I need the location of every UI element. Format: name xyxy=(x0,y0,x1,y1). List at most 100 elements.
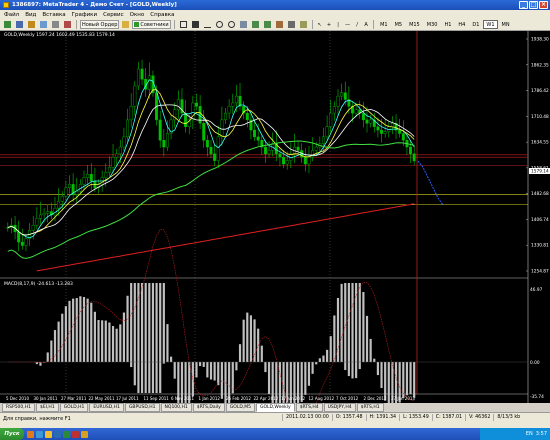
candle-body xyxy=(213,153,217,161)
macd-bar xyxy=(409,362,412,395)
tf-m1[interactable]: M1 xyxy=(377,20,391,29)
status-help: Для справки, нажмите F1 xyxy=(3,416,71,422)
date-label: 11 Sep 2011 xyxy=(144,396,170,401)
tab-chart[interactable]: RSP500,H1 xyxy=(2,403,35,412)
tile-windows-button[interactable] xyxy=(238,20,249,29)
zoom-out-button[interactable] xyxy=(226,20,237,29)
macd-bar xyxy=(199,362,202,367)
tab-chart[interactable]: $EI,H1 xyxy=(35,403,59,412)
crosshair-button[interactable]: + xyxy=(325,20,333,29)
tab-chart[interactable]: USDJPY,H4 xyxy=(323,403,356,412)
zoom-in-button[interactable] xyxy=(214,20,225,29)
tab-chart[interactable]: GBPUSD,H1 xyxy=(124,403,160,412)
new-order-button[interactable]: Новый Ордер xyxy=(80,20,120,29)
macd-bar xyxy=(238,344,242,362)
date-label: 17 Jul 2011 xyxy=(116,396,139,401)
terminal-button[interactable] xyxy=(50,20,61,29)
candle-body xyxy=(267,150,271,155)
candle-body xyxy=(17,231,21,243)
chart-shift-button[interactable] xyxy=(262,20,273,29)
tab-chart[interactable]: GOLD,M5 xyxy=(225,403,255,412)
folder-icon[interactable] xyxy=(45,430,52,438)
tf-mn[interactable]: MN xyxy=(499,20,513,29)
trendline-button[interactable]: / xyxy=(353,20,361,29)
bar-chart-button[interactable] xyxy=(178,20,189,29)
tf-d1[interactable]: D1 xyxy=(469,20,482,29)
menu-view[interactable]: Вид xyxy=(25,12,36,18)
maximize-button[interactable]: □ xyxy=(529,1,538,9)
status-close: C: 1387.01 xyxy=(431,414,465,421)
tab-chart[interactable]: $RTS,Daily xyxy=(192,403,225,412)
macd-bar xyxy=(202,362,205,367)
macd-bar xyxy=(104,320,107,362)
chart-window[interactable]: 1938.301862.351786.421710.481634.551558.… xyxy=(0,31,550,440)
templates-button[interactable] xyxy=(298,20,309,29)
macd-bar xyxy=(311,362,314,374)
new-chart-button[interactable] xyxy=(2,20,13,29)
vline-button[interactable]: | xyxy=(334,20,342,29)
ie-icon[interactable] xyxy=(36,430,43,438)
market-watch-button[interactable] xyxy=(26,20,37,29)
tab-chart[interactable]: GOLD,H1 xyxy=(59,403,89,412)
candle-body xyxy=(216,136,220,161)
candle-body xyxy=(336,95,340,107)
language-indicator[interactable]: EN xyxy=(526,431,533,437)
indicators-button[interactable] xyxy=(274,20,285,29)
candle-body xyxy=(57,201,61,209)
macd-bar xyxy=(111,326,115,362)
tab-chart[interactable]: EURUSD,H1 xyxy=(89,403,124,412)
candle-body xyxy=(314,146,318,151)
candle-body xyxy=(285,160,289,165)
candle-body xyxy=(24,238,28,246)
macd-bar xyxy=(387,362,390,408)
firefox-icon[interactable] xyxy=(27,430,34,438)
tf-m15[interactable]: M15 xyxy=(406,20,423,29)
metatrader-icon[interactable] xyxy=(81,430,88,438)
text-button[interactable]: A xyxy=(362,20,370,29)
tab-chart[interactable]: NQ100,H1 xyxy=(160,403,192,412)
macd-bar xyxy=(322,355,325,362)
tf-h4[interactable]: H4 xyxy=(455,20,468,29)
menu-charts[interactable]: Графики xyxy=(72,12,97,18)
menu-insert[interactable]: Вставка xyxy=(42,12,65,18)
candle-chart-button[interactable] xyxy=(190,20,201,29)
macd-bar xyxy=(173,362,176,379)
menu-help[interactable]: Справка xyxy=(150,12,174,18)
tab-chart-active[interactable]: GOLD,Weekly xyxy=(256,403,295,412)
macd-bar xyxy=(115,328,118,362)
minimize-button[interactable]: _ xyxy=(519,1,528,9)
tester-button[interactable] xyxy=(62,20,73,29)
price-chart[interactable]: 1938.301862.351786.421710.481634.551558.… xyxy=(0,31,550,440)
tab-chart[interactable]: $RTS,H1 xyxy=(356,403,384,412)
start-button[interactable]: Пуск xyxy=(0,428,24,440)
tf-h1[interactable]: H1 xyxy=(441,20,454,29)
expert-advisors-button[interactable]: Советники xyxy=(132,20,171,29)
candle-body xyxy=(278,153,282,158)
menu-tools[interactable]: Сервис xyxy=(103,12,124,18)
word-icon[interactable] xyxy=(54,430,61,438)
tab-chart[interactable]: $RTS,H4 xyxy=(295,403,323,412)
tf-w1[interactable]: W1 xyxy=(483,20,498,29)
cursor-button[interactable]: ↖ xyxy=(316,20,324,29)
meta-editor-button[interactable] xyxy=(120,20,131,29)
app-icon[interactable] xyxy=(72,430,79,438)
candle-body xyxy=(209,146,213,155)
periods-button[interactable] xyxy=(286,20,297,29)
menu-window[interactable]: Окно xyxy=(130,12,145,18)
macd-bar xyxy=(119,324,122,362)
line-chart-button[interactable] xyxy=(202,20,213,29)
tf-m30[interactable]: M30 xyxy=(424,20,441,29)
date-axis-labels: 5 Dec 2010 30 Jan 2011 27 Mar 2011 22 May 2… xyxy=(6,396,415,401)
toolbar-separator xyxy=(311,20,313,29)
profiles-button[interactable] xyxy=(14,20,25,29)
navigator-button[interactable] xyxy=(38,20,49,29)
menu-file[interactable]: Файл xyxy=(4,12,19,18)
hline-button[interactable]: — xyxy=(343,20,352,29)
autoscroll-button[interactable] xyxy=(250,20,261,29)
close-button[interactable]: × xyxy=(539,1,548,9)
periods-icon xyxy=(287,21,295,28)
tf-m5[interactable]: M5 xyxy=(392,20,406,29)
macd-bar xyxy=(195,362,198,378)
excel-icon[interactable] xyxy=(63,430,70,438)
macd-bar xyxy=(53,330,57,362)
